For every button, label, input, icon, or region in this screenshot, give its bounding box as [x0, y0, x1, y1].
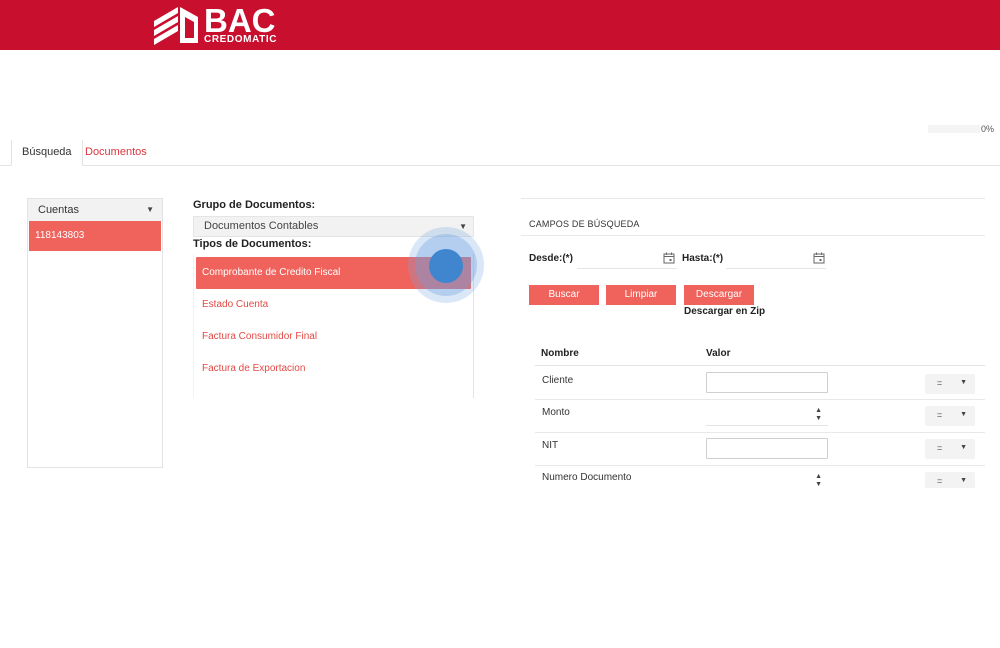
- search-panel: CAMPOS DE BÚSQUEDA Desde:(*) Hasta:(*) B…: [521, 198, 985, 488]
- account-item[interactable]: 118143803: [29, 221, 161, 251]
- touch-indicator-dot: [429, 249, 463, 283]
- caret-down-icon: ▼: [146, 205, 154, 214]
- from-date-input[interactable]: [577, 249, 677, 269]
- to-date-input[interactable]: [726, 249, 826, 269]
- download-button[interactable]: Descargar: [684, 285, 754, 305]
- cliente-input[interactable]: [706, 372, 828, 393]
- divider: [521, 235, 985, 236]
- document-type-item[interactable]: Factura Consumidor Final: [194, 321, 473, 353]
- caret-down-icon: ▼: [960, 411, 967, 418]
- numero-documento-input[interactable]: ▲ ▼: [706, 471, 828, 488]
- divider: [535, 399, 985, 400]
- calendar-icon[interactable]: [813, 252, 825, 264]
- accounts-panel: Cuentas ▼ 118143803: [27, 198, 163, 468]
- caret-down-icon: ▼: [960, 477, 967, 484]
- document-group-value: Documentos Contables: [204, 220, 319, 232]
- download-zip-label[interactable]: Descargar en Zip: [684, 306, 765, 317]
- caret-down-icon: ▼: [960, 379, 967, 386]
- field-name-monto: Monto: [542, 407, 570, 418]
- document-type-item[interactable]: Factura de Exportacion: [194, 353, 473, 385]
- monto-operator-select[interactable]: = ▼: [925, 406, 975, 426]
- bac-logo[interactable]: BAC CREDOMATIC: [152, 2, 277, 46]
- column-header-value: Valor: [706, 348, 731, 359]
- from-date-label: Desde:(*): [529, 253, 573, 264]
- operator-value: =: [937, 443, 943, 453]
- nit-input[interactable]: [706, 438, 828, 459]
- field-name-cliente: Cliente: [542, 375, 574, 386]
- app-header: BAC CREDOMATIC: [0, 0, 1000, 50]
- tab-busqueda[interactable]: Búsqueda: [11, 140, 83, 166]
- to-date-label: Hasta:(*): [682, 253, 724, 264]
- nit-operator-select[interactable]: = ▼: [925, 439, 975, 459]
- operator-value: =: [937, 476, 943, 486]
- progress-indicator: 0%: [928, 124, 998, 135]
- bac-logo-icon: [154, 7, 198, 45]
- document-group-label: Grupo de Documentos:: [193, 199, 316, 211]
- divider: [535, 365, 985, 366]
- field-name-nit: NIT: [542, 440, 559, 451]
- progress-text: 0%: [980, 124, 994, 134]
- search-panel-title: CAMPOS DE BÚSQUEDA: [529, 219, 640, 229]
- tab-bar: Búsqueda Documentos: [0, 140, 1000, 166]
- progress-bar: [928, 125, 980, 133]
- number-spinner-icon[interactable]: ▲ ▼: [815, 407, 822, 423]
- cliente-operator-select[interactable]: = ▼: [925, 374, 975, 394]
- caret-down-icon: ▼: [960, 444, 967, 451]
- search-button[interactable]: Buscar: [529, 285, 599, 305]
- operator-value: =: [937, 410, 943, 420]
- monto-input[interactable]: ▲ ▼: [706, 405, 828, 426]
- column-header-name: Nombre: [541, 348, 579, 359]
- field-name-numero-documento: Numero Documento: [542, 472, 632, 483]
- tab-documentos[interactable]: Documentos: [75, 140, 157, 166]
- divider: [535, 465, 985, 466]
- brand-subname: CREDOMATIC: [204, 33, 278, 45]
- number-spinner-icon[interactable]: ▲ ▼: [815, 473, 822, 488]
- document-types-label: Tipos de Documentos:: [193, 238, 312, 250]
- divider: [535, 432, 985, 433]
- brand-name: BAC: [204, 1, 276, 39]
- operator-value: =: [937, 378, 943, 388]
- accounts-select-label: Cuentas: [38, 204, 79, 216]
- accounts-select[interactable]: Cuentas ▼: [28, 199, 162, 221]
- numero-documento-operator-select[interactable]: = ▼: [925, 472, 975, 488]
- calendar-icon[interactable]: [663, 252, 675, 264]
- clear-button[interactable]: Limpiar: [606, 285, 676, 305]
